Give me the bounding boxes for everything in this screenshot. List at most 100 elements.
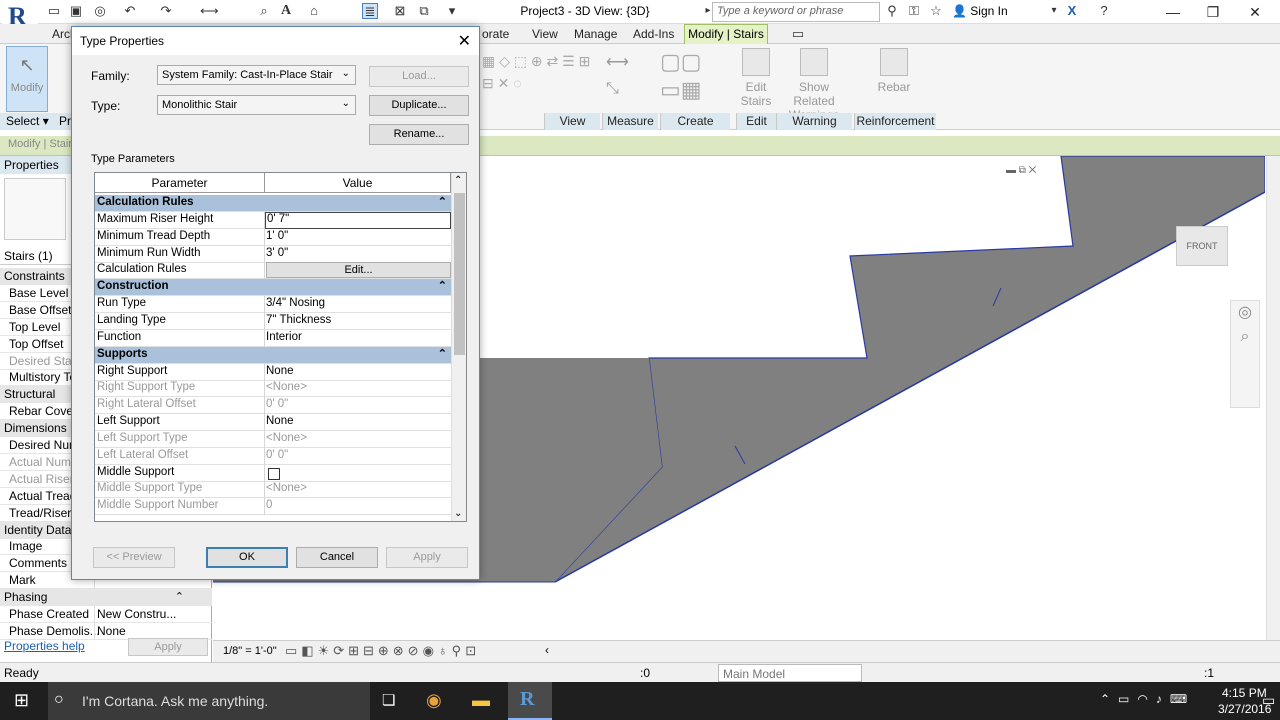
search-input[interactable]: Type a keyword or phrase (712, 2, 880, 22)
qat-dropdown-icon[interactable]: ▾ (444, 3, 460, 19)
task-view-icon[interactable]: ❏ (382, 691, 395, 709)
measure-icon[interactable]: ⟷ (200, 3, 219, 19)
parameter-category[interactable]: Construction ⌃ (95, 279, 451, 297)
property-row[interactable]: Phase Created New Constru... (0, 606, 212, 623)
parameter-value[interactable]: <None> (266, 482, 307, 494)
parameter-row[interactable]: Left Support Type <None> (95, 430, 451, 448)
restore-button[interactable]: ❐ (1198, 2, 1228, 22)
select-dropdown[interactable]: Select ▾ (0, 113, 56, 130)
parameter-row[interactable]: Landing Type 7" Thickness (95, 312, 451, 330)
middle-support-checkbox[interactable] (268, 467, 280, 480)
sync-icon[interactable]: ◎ (92, 3, 108, 19)
parameter-row[interactable]: Run Type 3/4" Nosing (95, 296, 451, 314)
value-column-header[interactable]: Value (265, 173, 451, 193)
parameter-category[interactable]: Calculation Rules ⌃ (95, 195, 451, 212)
parameter-row[interactable]: Right Lateral Offset 0' 0" (95, 397, 451, 415)
properties-help-link[interactable]: Properties help (4, 639, 85, 653)
load-button[interactable]: Load... (369, 66, 469, 87)
close-hidden-icon[interactable]: ⊠ (392, 3, 408, 19)
cancel-button[interactable]: Cancel (296, 547, 378, 568)
scroll-up-icon[interactable]: ⌃ (454, 175, 462, 186)
design-option-selector[interactable]: Main Model (718, 664, 862, 682)
system-tray-icons[interactable]: ⌃▭◠♪⌨ (1100, 692, 1195, 706)
exchange-icon[interactable]: X (1064, 3, 1080, 19)
show-warnings-button[interactable]: Show Related Warnings (778, 48, 850, 122)
parameter-value[interactable]: 3/4" Nosing (266, 297, 325, 309)
scroll-down-icon[interactable]: ⌄ (454, 508, 462, 519)
redo-icon[interactable]: ↷ (158, 3, 174, 19)
rebar-button[interactable]: Rebar (870, 48, 918, 94)
apply-button[interactable]: Apply (386, 547, 468, 568)
parameter-row[interactable]: Right Support None (95, 363, 451, 381)
edit-stairs-button[interactable]: Edit Stairs (738, 48, 774, 108)
parameter-value[interactable]: Interior (266, 331, 302, 343)
parameter-value[interactable]: None (266, 365, 294, 377)
signin-dropdown-icon[interactable]: ▾ (1046, 3, 1062, 19)
modify-button[interactable]: ↖ Modify (6, 46, 48, 112)
parameter-row[interactable]: Calculation Rules Edit... (95, 262, 451, 280)
collapse-icon[interactable]: ⌃ (175, 589, 184, 606)
cortana-search[interactable]: ○ I'm Cortana. Ask me anything. (48, 682, 370, 720)
view-control-icons[interactable]: ▭◧☀⟳⊞⊟⊕⊗⊘◉♁⚲⊡ (285, 643, 480, 659)
undo-icon[interactable]: ↶ (122, 3, 138, 19)
collapse-icon[interactable]: ⌃ (438, 279, 447, 292)
rename-button[interactable]: Rename... (369, 124, 469, 145)
properties-apply-button[interactable]: Apply (128, 638, 208, 656)
tab-add-ins[interactable]: Add-Ins (633, 27, 674, 41)
switch-windows-icon[interactable]: ⧉ (416, 3, 432, 19)
edit-calculation-rules-button[interactable]: Edit... (266, 262, 451, 279)
grid-scrollbar[interactable]: ⌃ ⌄ (451, 173, 466, 521)
collapse-icon[interactable]: ⌃ (438, 347, 447, 360)
parameter-row[interactable]: Middle Support (95, 464, 451, 482)
navigation-bar[interactable]: ◎ ⌕ (1230, 300, 1260, 408)
windows-start-icon[interactable]: ⊞ (14, 690, 29, 711)
search-icon[interactable]: ⚲ (884, 3, 900, 19)
parameter-row[interactable]: Minimum Tread Depth 1' 0" (95, 228, 451, 246)
3d-view-icon[interactable]: ⌂ (306, 3, 322, 19)
parameter-value[interactable]: None (266, 415, 294, 427)
notifications-icon[interactable]: ▭ (1262, 692, 1275, 709)
filter-count[interactable]: :1 (1204, 666, 1214, 680)
duplicate-button[interactable]: Duplicate... (369, 95, 469, 116)
preview-button[interactable]: << Preview (93, 547, 175, 568)
parameter-value[interactable]: 0 (266, 499, 272, 511)
parameter-value[interactable]: 7" Thickness (266, 314, 331, 326)
tab-collaborate[interactable]: orate (482, 27, 509, 41)
parameter-category[interactable]: Supports ⌃ (95, 346, 451, 364)
text-icon[interactable]: A (278, 3, 294, 19)
save-icon[interactable]: ▣ (68, 3, 84, 19)
vertical-scrollbar[interactable] (1266, 156, 1280, 640)
view-window-controls[interactable]: ▬ ⧉ ✕ (1006, 165, 1036, 176)
parameter-row[interactable]: Function Interior (95, 329, 451, 347)
chrome-icon[interactable]: ◉ (426, 690, 442, 711)
thin-lines-icon[interactable]: ≣ (362, 3, 378, 19)
close-button[interactable]: ✕ (1240, 2, 1270, 22)
ribbon-options-icon[interactable]: ▭ (790, 26, 806, 42)
file-explorer-icon[interactable]: ▬ (472, 690, 490, 711)
parameter-row[interactable]: Right Support Type <None> (95, 380, 451, 398)
tab-view[interactable]: View (532, 27, 558, 41)
parameter-column-header[interactable]: Parameter (95, 173, 265, 193)
scroll-left-icon[interactable]: ‹ (545, 643, 549, 657)
parameter-value[interactable]: 0' 0" (266, 398, 288, 410)
parameter-row[interactable]: Middle Support Type <None> (95, 481, 451, 499)
parameter-value[interactable]: 1' 0" (266, 230, 288, 242)
revit-taskbar-button[interactable]: R (508, 682, 552, 720)
parameter-value[interactable]: <None> (266, 381, 307, 393)
parameter-value[interactable]: <None> (266, 432, 307, 444)
viewcube[interactable]: FRONT (1176, 226, 1228, 266)
sign-in-button[interactable]: 👤 Sign In (952, 4, 1008, 18)
parameter-row[interactable]: Left Lateral Offset 0' 0" (95, 447, 451, 465)
create-tools[interactable]: ▢▢ ▭▦ (660, 48, 730, 110)
parameter-value-input[interactable]: 0' 7" (265, 211, 451, 229)
tag-icon[interactable]: ⌕ (256, 3, 272, 19)
minimize-button[interactable]: — (1158, 2, 1188, 22)
collapse-icon[interactable]: ⌃ (438, 195, 447, 208)
property-value[interactable]: None (97, 623, 126, 640)
scroll-thumb[interactable] (454, 193, 465, 355)
favorites-icon[interactable]: ☆ (928, 3, 944, 19)
property-category[interactable]: Phasing ⌃ (0, 589, 212, 607)
parameter-row[interactable]: Maximum Riser Height 0' 7" (95, 211, 451, 229)
open-icon[interactable]: ▭ (46, 3, 62, 19)
parameter-value[interactable]: 0' 0" (266, 449, 288, 461)
